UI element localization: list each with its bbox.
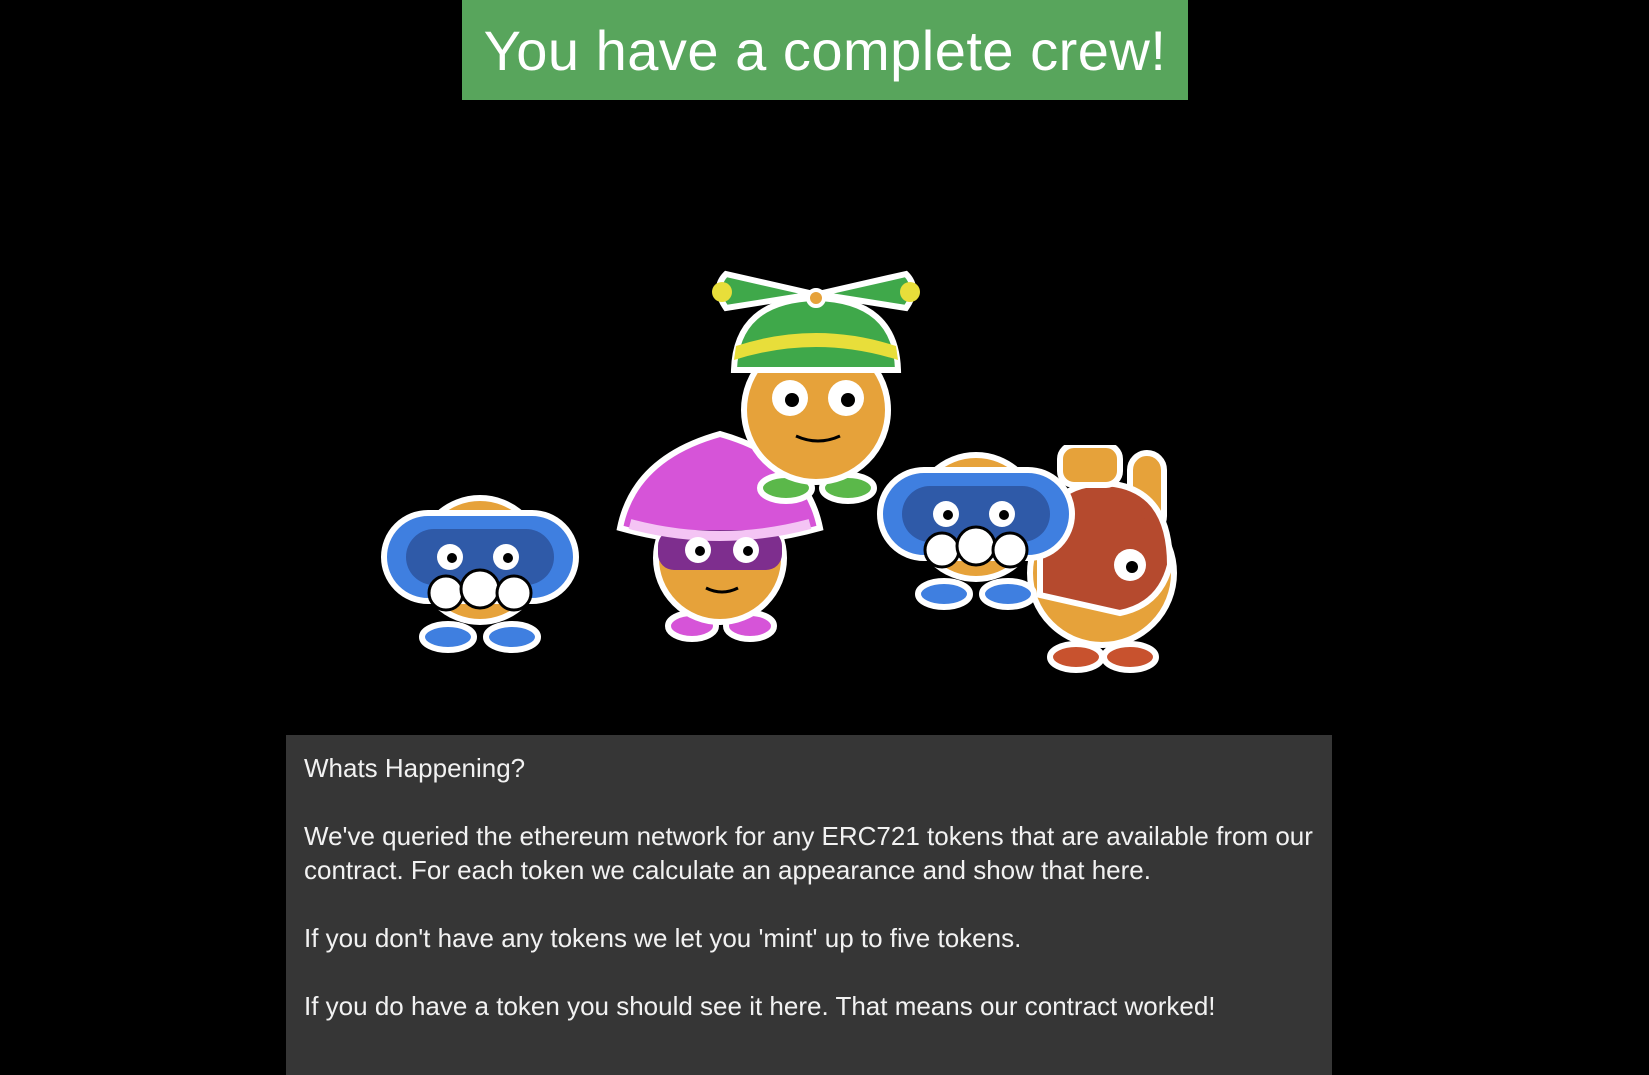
info-paragraph-mint: If you don't have any tokens we let you … bbox=[304, 923, 1022, 953]
crew-display bbox=[380, 260, 1260, 700]
status-banner: You have a complete crew! bbox=[462, 0, 1188, 100]
banner-text: You have a complete crew! bbox=[483, 18, 1167, 82]
crew-member-goggles-right bbox=[877, 452, 1075, 610]
info-panel: Whats Happening? We've queried the ether… bbox=[286, 735, 1332, 1075]
info-heading: Whats Happening? bbox=[304, 753, 526, 783]
info-paragraph-query: We've queried the ethereum network for a… bbox=[304, 821, 1313, 885]
info-paragraph-token: If you do have a token you should see it… bbox=[304, 991, 1216, 1021]
crew-member-goggles-left bbox=[381, 495, 579, 653]
